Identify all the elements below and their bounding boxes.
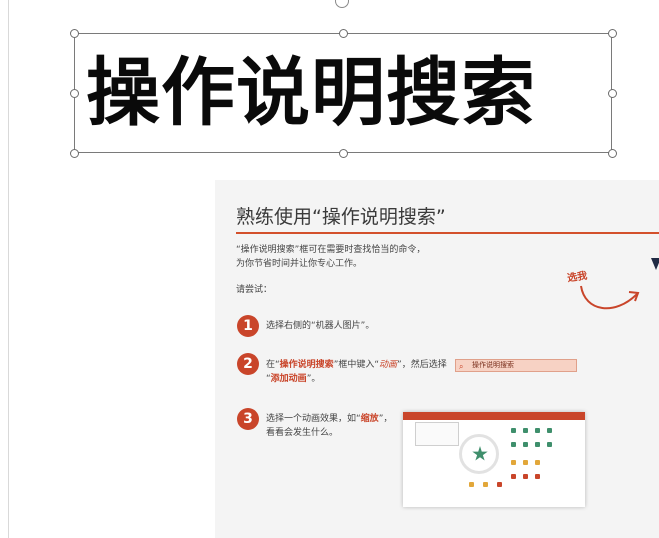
mini-effect-icon xyxy=(535,442,540,447)
resize-handle-tm[interactable] xyxy=(339,29,348,38)
mini-zoom-circle xyxy=(459,434,499,474)
intro-line-1: “操作说明搜索”框可在需要时查找恰当的命令， xyxy=(236,245,426,255)
mini-effect-icon xyxy=(535,460,540,465)
mini-effect-icon xyxy=(497,482,502,487)
rotate-handle[interactable] xyxy=(335,0,349,8)
search-demo-box: ⌕ 操作说明搜索 xyxy=(455,359,577,372)
mini-effect-icon xyxy=(511,442,516,447)
intro-line-2: 为你节省时间并让你专心工作。 xyxy=(236,259,363,269)
mini-effect-icon xyxy=(547,442,552,447)
mini-effect-icon xyxy=(523,428,528,433)
resize-handle-br[interactable] xyxy=(608,149,617,158)
step-2-text: 在“操作说明搜索”框中键入“动画”，然后选择 “添加动画”。 xyxy=(266,360,447,384)
slide-title: 熟练使用“操作说明搜索” xyxy=(236,206,446,228)
resize-handle-bl[interactable] xyxy=(70,149,79,158)
resize-handle-ml[interactable] xyxy=(70,89,79,98)
mini-effect-icon xyxy=(511,474,516,479)
mini-effect-icon xyxy=(523,460,528,465)
search-demo-label: 操作说明搜索 xyxy=(472,361,514,369)
mini-effect-icon xyxy=(523,474,528,479)
step-3-text: 选择一个动画效果，如“缩放”， 看看会发生什么。 xyxy=(266,414,393,438)
resize-handle-mr[interactable] xyxy=(608,89,617,98)
mini-effect-icon xyxy=(469,482,474,487)
step-1-number: 1 xyxy=(237,315,259,337)
step-2-number: 2 xyxy=(237,353,259,375)
canvas-edge xyxy=(8,0,9,538)
mini-effect-icon xyxy=(535,428,540,433)
curved-arrow-icon xyxy=(580,285,640,310)
search-icon: ⌕ xyxy=(459,362,464,371)
step-3-number: 3 xyxy=(237,408,259,430)
mini-effect-icon xyxy=(483,482,488,487)
animation-screenshot xyxy=(403,412,585,507)
mini-effect-icon xyxy=(547,428,552,433)
resize-handle-tr[interactable] xyxy=(608,29,617,38)
slide-intro: “操作说明搜索”框可在需要时查找恰当的命令， 为你节省时间并让你专心工作。 xyxy=(236,243,425,271)
mini-ribbon xyxy=(403,412,585,420)
star-icon xyxy=(472,446,488,461)
mini-effect-icon xyxy=(523,442,528,447)
mini-effect-icon xyxy=(511,460,516,465)
resize-handle-bm[interactable] xyxy=(339,149,348,158)
robot-image-edge[interactable] xyxy=(651,258,659,270)
mini-effect-icon xyxy=(511,428,516,433)
mini-dropdown xyxy=(415,422,459,446)
textbox-title[interactable]: 操作说明搜索 xyxy=(86,43,606,143)
step-1-text: 选择右侧的“机器人图片”。 xyxy=(266,321,375,331)
title-divider xyxy=(236,232,659,234)
mini-effect-icon xyxy=(535,474,540,479)
resize-handle-tl[interactable] xyxy=(70,29,79,38)
slide-thumbnail[interactable]: 熟练使用“操作说明搜索” “操作说明搜索”框可在需要时查找恰当的命令， 为你节省… xyxy=(215,180,659,538)
try-label: 请尝试： xyxy=(236,285,273,295)
